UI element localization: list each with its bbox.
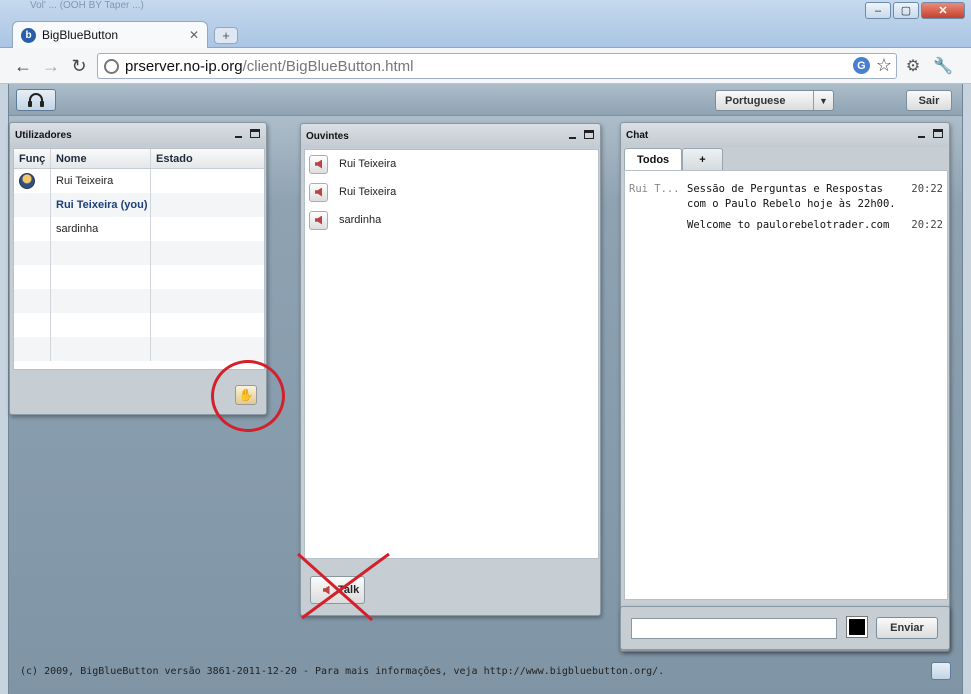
- listeners-panel-title: Ouvintes: [306, 130, 349, 142]
- language-select[interactable]: Portuguese ▼: [715, 90, 834, 111]
- wrench-icon[interactable]: 🔧: [932, 55, 954, 77]
- red-annotation-circle: [211, 360, 285, 432]
- back-icon[interactable]: ←: [12, 55, 34, 77]
- name-cell: sardinha: [51, 217, 151, 241]
- status-cell: [151, 193, 264, 217]
- empty-row: [14, 265, 264, 289]
- bookmark-star-icon[interactable]: ☆: [876, 56, 892, 74]
- tab-add[interactable]: +: [682, 148, 723, 170]
- users-table-header: Funç Nome Estado: [14, 149, 264, 169]
- chat-input-panel: Enviar: [620, 606, 950, 650]
- url-host: prserver.no-ip.org: [125, 57, 243, 75]
- chat-sender: Rui T...: [629, 183, 680, 195]
- chat-messages: Rui T... Sessão de Perguntas e Respostas…: [624, 170, 948, 600]
- column-header-status[interactable]: Estado: [151, 149, 264, 168]
- maximize-icon[interactable]: [250, 129, 260, 138]
- join-audio-button[interactable]: [16, 89, 56, 111]
- listener-name: Rui Teixeira: [339, 158, 397, 170]
- listeners-panel-header: Ouvintes: [301, 124, 600, 148]
- name-cell: Rui Teixeira (you): [51, 193, 151, 217]
- column-header-role[interactable]: Funç: [14, 149, 51, 168]
- column-header-name[interactable]: Nome: [51, 149, 151, 168]
- bigbluebutton-favicon-icon: b: [21, 27, 36, 43]
- role-cell: [14, 193, 51, 217]
- table-row[interactable]: Rui Teixeira: [14, 169, 264, 193]
- browser-titlebar: Vol' ... (OOH BY Taper ...) – ▢ ✕ b BigB…: [0, 0, 971, 48]
- presenter-icon: [19, 173, 35, 189]
- browser-tab[interactable]: b BigBlueButton ✕: [12, 21, 208, 48]
- chevron-down-icon: ▼: [813, 91, 833, 110]
- fullscreen-icon[interactable]: [931, 662, 951, 680]
- listener-name: Rui Teixeira: [339, 186, 397, 198]
- chat-time: 20:22: [911, 219, 943, 231]
- language-value: Portuguese: [725, 94, 786, 107]
- extension-icon[interactable]: ⚙: [902, 55, 924, 77]
- users-panel-title: Utilizadores: [15, 129, 72, 141]
- bigbluebutton-app: Portuguese ▼ Sair Utilizadores Funç Nome…: [8, 84, 963, 694]
- minimize-window-button[interactable]: –: [865, 2, 891, 19]
- chat-sender: [629, 218, 687, 233]
- maximize-icon[interactable]: [584, 130, 594, 139]
- empty-row: [14, 289, 264, 313]
- text-color-picker[interactable]: [846, 616, 868, 638]
- chat-text: Sessão de Perguntas e Respostas com o Pa…: [687, 183, 896, 210]
- background-window-title: Vol' ... (OOH BY Taper ...): [30, 0, 144, 11]
- minimize-icon[interactable]: [918, 136, 925, 138]
- maximize-icon[interactable]: [933, 129, 943, 138]
- color-swatch: [849, 619, 865, 635]
- name-cell: Rui Teixeira: [51, 169, 151, 193]
- chat-message: Rui T... Sessão de Perguntas e Respostas…: [625, 182, 947, 212]
- google-icon[interactable]: G: [852, 57, 870, 74]
- window-controls: – ▢ ✕: [865, 2, 965, 19]
- users-panel-header: Utilizadores: [10, 123, 266, 147]
- users-table: Funç Nome Estado Rui Teixeira Rui Teixei…: [13, 148, 265, 370]
- status-cell: [151, 217, 264, 241]
- send-button[interactable]: Enviar: [876, 617, 938, 639]
- table-row[interactable]: sardinha: [14, 217, 264, 241]
- list-item[interactable]: Rui Teixeira: [305, 178, 598, 206]
- empty-row: [14, 313, 264, 337]
- chat-time: 20:22: [911, 183, 943, 195]
- listeners-list: Rui Teixeira Rui Teixeira sardinha: [304, 149, 599, 559]
- role-cell: [14, 217, 51, 241]
- speaker-muted-icon[interactable]: [309, 154, 328, 174]
- reload-icon[interactable]: ↻: [68, 55, 90, 77]
- url-path: /client/BigBlueButton.html: [242, 57, 414, 75]
- browser-toolbar: ← → ↻ prserver.no-ip.org/client/BigBlueB…: [0, 48, 971, 84]
- globe-icon: [104, 58, 119, 74]
- chat-panel-header: Chat: [621, 123, 949, 147]
- list-item[interactable]: sardinha: [305, 206, 598, 234]
- headset-icon: [28, 93, 44, 107]
- empty-row: [14, 241, 264, 265]
- close-tab-icon[interactable]: ✕: [189, 28, 199, 42]
- empty-row: [14, 337, 264, 361]
- status-cell: [151, 169, 264, 193]
- red-annotation-cross: [297, 552, 390, 622]
- table-row[interactable]: Rui Teixeira (you): [14, 193, 264, 217]
- close-window-button[interactable]: ✕: [921, 2, 965, 19]
- speaker-muted-icon[interactable]: [309, 210, 328, 230]
- address-bar[interactable]: prserver.no-ip.org/client/BigBlueButton.…: [97, 53, 897, 79]
- role-cell: [14, 169, 51, 193]
- listeners-panel: Ouvintes Rui Teixeira Rui Teixeira sardi…: [300, 123, 601, 616]
- chat-panel: Chat Todos + Rui T... Sessão de Pergunta…: [620, 122, 950, 652]
- new-tab-button[interactable]: +: [214, 27, 238, 44]
- listener-name: sardinha: [339, 214, 382, 226]
- minimize-icon[interactable]: [235, 136, 242, 138]
- chat-panel-title: Chat: [626, 129, 649, 141]
- chat-message: Welcome to paulorebelotrader.com 20:22: [625, 218, 947, 233]
- speaker-muted-icon[interactable]: [309, 182, 328, 202]
- tab-title: BigBlueButton: [42, 28, 119, 42]
- chat-tabs: Todos +: [624, 148, 948, 170]
- logout-button[interactable]: Sair: [906, 90, 952, 111]
- maximize-window-button[interactable]: ▢: [893, 2, 919, 19]
- forward-icon[interactable]: →: [40, 55, 62, 77]
- minimize-icon[interactable]: [569, 137, 576, 139]
- chat-text: Welcome to paulorebelotrader.com: [687, 219, 890, 231]
- footer-text: (c) 2009, BigBlueButton versão 3861-2011…: [20, 666, 665, 677]
- tab-todos[interactable]: Todos: [624, 148, 683, 170]
- list-item[interactable]: Rui Teixeira: [305, 150, 598, 178]
- app-toolbar: Portuguese ▼ Sair: [9, 84, 962, 116]
- chat-message-input[interactable]: [631, 618, 837, 639]
